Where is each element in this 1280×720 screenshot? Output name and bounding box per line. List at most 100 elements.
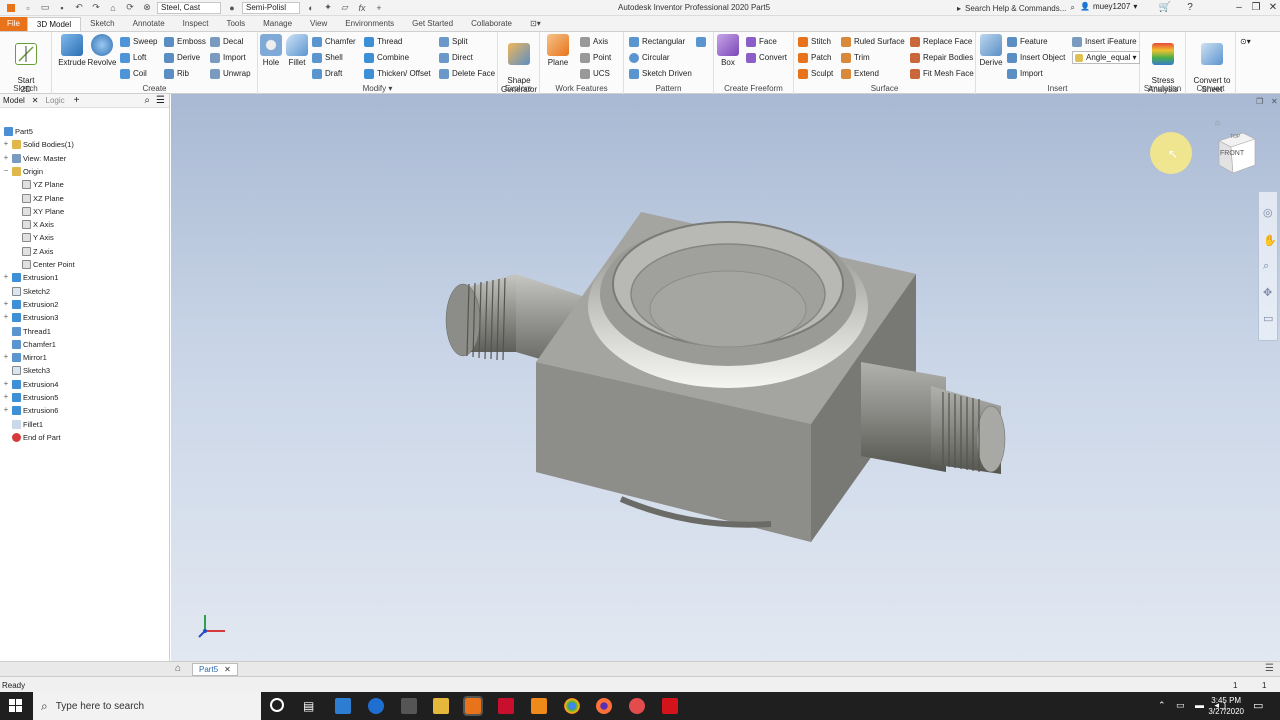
ucs-button[interactable]: UCS [580,67,610,80]
tab-tools[interactable]: Tools [217,17,254,31]
axis-button[interactable]: Axis [580,35,608,48]
browser-node[interactable]: XY Plane [22,205,64,218]
look-at-icon[interactable]: ▭ [1263,312,1273,325]
insert-object-button[interactable]: Insert Object [1007,51,1065,64]
tree-expand-icon[interactable]: + [2,392,10,401]
shell-button[interactable]: Shell [312,51,343,64]
browser-node[interactable]: Mirror1 [12,351,47,364]
tab-file[interactable]: File [0,17,27,31]
minimize-icon[interactable]: – [1232,1,1246,15]
browser-node[interactable]: Sketch3 [12,364,50,377]
rib-button[interactable]: Rib [164,67,189,80]
viewcube-top-label[interactable]: TOP [1230,134,1240,140]
sculpt-button[interactable]: Sculpt [798,67,833,80]
tab-view[interactable]: View [301,17,336,31]
inventor-logo-icon[interactable] [5,2,17,14]
windows-start-icon[interactable] [0,692,32,720]
panel-modify-title[interactable]: Modify ▾ [258,84,497,93]
close-icon[interactable]: ✕ [224,665,231,674]
home-view-icon[interactable]: ⌂ [1215,118,1220,127]
plane-button[interactable]: Plane [540,34,576,67]
browser-node[interactable]: Sketch2 [12,285,50,298]
browser-node[interactable]: View: Master [12,152,66,165]
search-icon[interactable]: ⌕ [1070,3,1074,13]
freeform-box-button[interactable]: Box [710,34,746,67]
inventor-taskbar-icon[interactable] [463,696,483,716]
home-tab-icon[interactable]: ⌂ [175,663,181,674]
ruled-surface-button[interactable]: Ruled Surface [841,35,905,48]
save-icon[interactable]: ▪ [56,2,68,14]
revolve-button[interactable]: Revolve [84,34,120,67]
combine-button[interactable]: Combine [364,51,409,64]
point-button[interactable]: Point [580,51,611,64]
fillet-button[interactable]: Fillet [279,34,315,67]
home-icon[interactable]: ⌂ [107,2,119,14]
derive-button[interactable]: Derive [164,51,200,64]
tab-3d-model[interactable]: 3D Model [26,17,82,31]
browser-node[interactable]: Z Axis [22,245,53,258]
emboss-button[interactable]: Emboss [164,35,206,48]
browser-tab-logic[interactable]: Logic [43,96,68,105]
graphics-viewport[interactable]: TOP FRONT ⌂ ↖ ◎ ✋ ⌕ ✥ ▭ ❐ ✕ [171,94,1280,661]
tab-collaborate[interactable]: Collaborate [462,17,521,31]
undo-icon[interactable]: ↶ [73,2,85,14]
browser-node[interactable]: YZ Plane [22,178,64,191]
viewport-maximize-icon[interactable]: ❐ [1256,97,1263,106]
add-tab-icon[interactable]: + [74,95,80,106]
notifications-icon[interactable]: ▭ [1253,699,1263,712]
tree-expand-icon[interactable]: + [2,272,10,281]
ribbon-display-options-icon[interactable]: ⊙▾ [1240,35,1251,48]
ifeature-select[interactable]: Angle_equal ▾ [1072,51,1140,64]
insert-derive-button[interactable]: Derive [973,34,1009,67]
tab-sketch[interactable]: Sketch [81,17,123,31]
customize-icon[interactable]: + [373,2,385,14]
replace-face-button[interactable]: Replace Face [910,35,972,48]
insert-feature-button[interactable]: Feature [1007,35,1048,48]
sweep-button[interactable]: Sweep [120,35,157,48]
tab-get-started[interactable]: Get Started [403,17,462,31]
color-override-icon[interactable]: ◐ [305,2,317,14]
user-account[interactable]: 👤 muey1207 ▾ [1080,2,1137,11]
browser-node[interactable]: Extrusion6 [12,404,58,417]
firefox-icon[interactable] [596,698,612,714]
pan-icon[interactable]: ✋ [1263,234,1277,247]
file-explorer-icon[interactable] [433,698,449,714]
adjust-icon[interactable]: ✦ [322,2,334,14]
tree-expand-icon[interactable]: + [2,405,10,414]
browser-node[interactable]: Extrusion3 [12,311,58,324]
patch-button[interactable]: Patch [798,51,831,64]
import-button[interactable]: Import [210,51,246,64]
browser-node[interactable]: Thread1 [12,325,51,338]
viewcube[interactable]: TOP FRONT [1213,129,1259,175]
insert-import-button[interactable]: Import [1007,67,1043,80]
taskbar-clock[interactable]: 3:45 PM 3/27/2020 [1208,695,1244,717]
viewcube-front-label[interactable]: FRONT [1220,150,1244,157]
tree-expand-icon[interactable]: + [2,379,10,388]
browser-node[interactable]: Y Axis [22,231,54,244]
material-select[interactable]: Steel, Cast [157,1,221,14]
task-view-icon[interactable]: ▤ [303,699,314,713]
decal-button[interactable]: Decal [210,35,243,48]
extend-button[interactable]: Extend [841,67,879,80]
taskbar-search-input[interactable]: ⌕ Type here to search [33,692,261,720]
tab-environments[interactable]: Environments [336,17,403,31]
freeform-face-button[interactable]: Face [746,35,777,48]
vlc-icon[interactable] [531,698,547,714]
tree-expand-icon[interactable]: + [2,352,10,361]
cart-icon[interactable]: 🛒 [1158,1,1172,15]
cortana-icon[interactable] [270,698,284,712]
help-icon[interactable]: ? [1183,1,1197,15]
thicken-offset-button[interactable]: Thicken/ Offset [364,67,431,80]
close-icon[interactable]: ✕ [32,96,39,105]
loft-button[interactable]: Loft [120,51,146,64]
tab-list-icon[interactable]: ☰ [1265,663,1274,674]
edge-icon[interactable] [368,698,384,714]
chamfer-button[interactable]: Chamfer [312,35,356,48]
circular-pattern-button[interactable]: Circular [629,51,670,64]
doc-tab-part5[interactable]: Part5 ✕ [192,663,238,676]
browser-node[interactable]: Extrusion2 [12,298,58,311]
screen-recorder-icon[interactable] [629,698,645,714]
tree-expand-icon[interactable]: + [2,153,10,162]
browser-node[interactable]: Extrusion4 [12,378,58,391]
mirror-button[interactable] [696,35,709,48]
